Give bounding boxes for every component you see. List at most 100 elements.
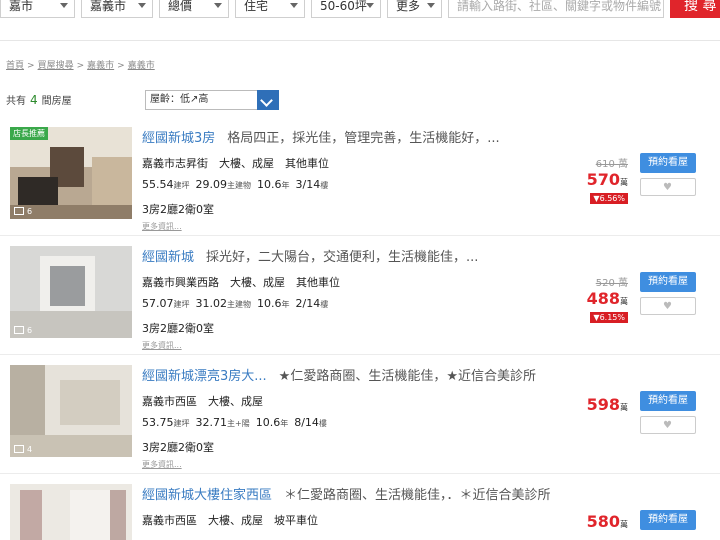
listing-title[interactable]: 經國新城漂亮3房大... [142, 369, 267, 384]
listing-photo[interactable]: 4 [10, 365, 132, 457]
size-select[interactable]: 50-60坪 [311, 0, 381, 18]
room-photo [10, 484, 132, 540]
chevron-down-icon [138, 3, 146, 8]
price-unit: 萬 [620, 297, 628, 306]
listing-price: 570萬 [587, 170, 628, 189]
chevron-down-icon [60, 3, 68, 8]
room-photo [10, 365, 132, 457]
district-select[interactable]: 嘉義市 [81, 0, 153, 18]
age-value: 10.6 [257, 297, 282, 310]
city-select[interactable]: 嘉市 [0, 0, 75, 18]
breadcrumb-city[interactable]: 嘉義市 [87, 61, 114, 71]
area-label: 建坪 [173, 300, 190, 309]
chevron-down-icon [290, 3, 298, 8]
main-label: 主+陽 [227, 419, 250, 428]
age-value: 10.6 [257, 178, 282, 191]
main-value: 29.09 [195, 178, 228, 191]
result-count-number: 4 [30, 93, 38, 107]
divider [0, 354, 720, 355]
heart-icon: ♥ [663, 301, 672, 312]
main-label: 主建物 [227, 181, 251, 190]
district-select-value: 嘉義市 [90, 0, 127, 13]
book-viewing-button[interactable]: 預約看屋 [640, 272, 696, 292]
floor-label: 樓 [320, 300, 329, 309]
chevron-down-icon[interactable] [257, 90, 279, 110]
listing-desc: ＊仁愛路商圈、生活機能佳，．＊近信合美診所 [284, 488, 551, 503]
floor-label: 樓 [320, 181, 329, 190]
price-value: 598 [586, 395, 620, 414]
breadcrumb-district[interactable]: 嘉義市 [128, 61, 155, 71]
price-drop-badge: ▼6.15% [590, 312, 628, 323]
photo-icon [14, 445, 24, 453]
listing-title[interactable]: 經國新城大樓住家西區 [142, 488, 272, 503]
listing-stats: 57.07建坪 31.02主建物 10.6年 2/14樓 [142, 297, 334, 310]
more-select[interactable]: 更多 [387, 0, 442, 18]
room-photo [10, 127, 132, 219]
chevron-down-icon [366, 3, 374, 8]
book-viewing-button[interactable]: 預約看屋 [640, 153, 696, 173]
city-select-value: 嘉市 [9, 0, 34, 13]
more-info-link[interactable]: 更多資訊... [142, 221, 182, 232]
listing-desc: 格局四正，採光佳，管理完善，生活機能好，... [227, 131, 500, 146]
listing-title-row: 經國新城大樓住家西區 ＊仁愛路商圈、生活機能佳，．＊近信合美診所 [142, 484, 551, 503]
sort-select[interactable]: 屋齡：低↗高 [145, 90, 279, 110]
floor-value: 8/14 [294, 416, 319, 429]
favorite-button[interactable]: ♥ [640, 297, 696, 315]
listing-title[interactable]: 經國新城 [142, 250, 194, 265]
area-value: 55.54 [142, 178, 174, 191]
price-select[interactable]: 總價 [159, 0, 229, 18]
type-select[interactable]: 住宅 [235, 0, 305, 18]
listing-photo[interactable] [10, 484, 132, 540]
price-unit: 萬 [620, 520, 628, 529]
result-count-prefix: 共有 [6, 96, 26, 107]
main-value: 31.02 [195, 297, 228, 310]
breadcrumb-home[interactable]: 首頁 [6, 61, 24, 71]
heart-icon: ♥ [663, 420, 672, 431]
listing-photo[interactable]: 6 [10, 246, 132, 338]
area-value: 53.75 [142, 416, 174, 429]
filter-bar: 嘉市 嘉義市 總價 住宅 50-60坪 更多 請輸入路街、社區、關鍵字或物件編號… [0, 0, 720, 22]
listing-desc: 採光好，二大陽台，交通便利，生活機能佳，... [206, 250, 479, 265]
room-photo [10, 246, 132, 338]
photo-count-value: 6 [27, 207, 33, 216]
price-drop-badge: ▼6.56% [590, 193, 628, 204]
photo-count: 4 [14, 445, 32, 454]
photo-icon [14, 207, 24, 215]
listing-rooms: 3房2廳2衛0室 [142, 441, 214, 454]
listing-address: 嘉義市志昇街 大樓、成屋 其他車位 [142, 157, 329, 170]
age-label: 年 [280, 419, 289, 428]
result-count-suffix: 間房屋 [41, 96, 72, 107]
listing-address: 嘉義市興業西路 大樓、成屋 其他車位 [142, 276, 340, 289]
listing-address: 嘉義市西區 大樓、成屋 [142, 395, 263, 408]
age-label: 年 [281, 300, 290, 309]
favorite-button[interactable]: ♥ [640, 416, 696, 434]
main-label: 主建物 [227, 300, 251, 309]
floor-value: 3/14 [295, 178, 321, 191]
sort-select-value: 屋齡：低↗高 [150, 94, 209, 105]
chevron-down-icon [214, 3, 222, 8]
main-value: 32.71 [195, 416, 228, 429]
floor-label: 樓 [318, 419, 327, 428]
book-viewing-button[interactable]: 預約看屋 [640, 510, 696, 530]
divider [0, 473, 720, 474]
search-button[interactable]: 搜 尋 [670, 0, 720, 18]
listing-desc: ★仁愛路商圈、生活機能佳，★近信合美診所 [278, 369, 536, 384]
favorite-button[interactable]: ♥ [640, 178, 696, 196]
more-info-link[interactable]: 更多資訊... [142, 340, 182, 351]
area-value: 57.07 [142, 297, 174, 310]
age-label: 年 [281, 181, 290, 190]
divider [0, 40, 720, 41]
listing-title[interactable]: 經國新城3房 [142, 131, 215, 146]
breadcrumb-search[interactable]: 買屋搜尋 [38, 61, 74, 71]
age-value: 10.6 [255, 416, 281, 429]
listing-address: 嘉義市西區 大樓、成屋 坡平車位 [142, 514, 318, 527]
photo-count-value: 4 [27, 445, 33, 454]
listing-stats: 55.54建坪 29.09主建物 10.6年 3/14樓 [142, 178, 334, 191]
more-select-value: 更多 [396, 0, 421, 13]
chevron-down-icon [427, 3, 435, 8]
listing-photo[interactable]: 店長推薦 6 [10, 127, 132, 219]
more-info-link[interactable]: 更多資訊... [142, 459, 182, 470]
price-unit: 萬 [620, 178, 628, 187]
book-viewing-button[interactable]: 預約看屋 [640, 391, 696, 411]
search-input[interactable]: 請輸入路街、社區、關鍵字或物件編號 [448, 0, 664, 18]
